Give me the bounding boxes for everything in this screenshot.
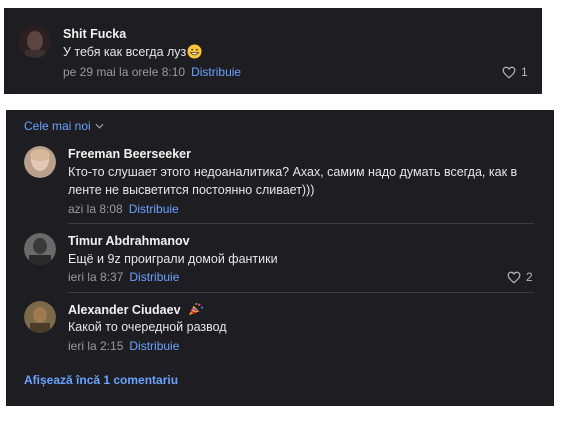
comment-time: ieri la 8:37 bbox=[68, 270, 124, 284]
sort-label: Cele mai noi bbox=[24, 119, 91, 133]
avatar-image bbox=[24, 301, 56, 333]
comment-meta: ieri la 8:37 Distribuie bbox=[68, 270, 179, 284]
comment-text: Кто-то слушает этого недоаналитика? Ахах… bbox=[68, 165, 518, 197]
comment-author-name: Alexander Ciudaev bbox=[68, 303, 181, 317]
share-button[interactable]: Distribuie bbox=[129, 202, 179, 216]
comment-text: Ещё и 9z проиграли домой фантики bbox=[68, 252, 278, 266]
divider bbox=[68, 292, 534, 293]
comments-section: Cele mai noi Freeman Beerseeker Кто-то с… bbox=[6, 110, 554, 406]
like-count: 1 bbox=[521, 65, 528, 79]
comment-meta: ieri la 2:15 Distribuie bbox=[68, 339, 179, 353]
show-more-comments-link[interactable]: Afișează încă 1 comentariu bbox=[24, 373, 178, 387]
heart-icon bbox=[507, 271, 521, 284]
comment-text: Какой то очередной развод bbox=[68, 320, 227, 334]
avatar[interactable] bbox=[24, 301, 56, 333]
heart-icon bbox=[502, 66, 516, 79]
avatar-image bbox=[24, 233, 56, 265]
comment-author[interactable]: Freeman Beerseeker bbox=[68, 147, 191, 161]
comment-meta: azi la 8:08 Distribuie bbox=[68, 202, 179, 216]
like-button[interactable]: 1 bbox=[502, 65, 528, 79]
like-count: 2 bbox=[526, 270, 533, 284]
comment-time: azi la 8:08 bbox=[68, 202, 123, 216]
share-button[interactable]: Distribuie bbox=[191, 65, 241, 79]
share-button[interactable]: Distribuie bbox=[129, 270, 179, 284]
sort-dropdown[interactable]: Cele mai noi bbox=[24, 119, 104, 133]
comment-text-content: У тебя как всегда луз bbox=[63, 45, 187, 59]
like-button[interactable]: 2 bbox=[507, 270, 533, 284]
grinning-face-emoji-icon bbox=[187, 44, 202, 64]
comment-author[interactable]: Timur Abdrahmanov bbox=[68, 234, 190, 248]
avatar[interactable] bbox=[24, 233, 56, 265]
comment-time: pe 29 mai la orele 8:10 bbox=[63, 65, 186, 79]
avatar[interactable] bbox=[19, 26, 51, 58]
comment-text: У тебя как всегда луз bbox=[63, 43, 202, 64]
chevron-down-icon bbox=[95, 123, 104, 129]
divider bbox=[68, 223, 534, 224]
avatar-image bbox=[24, 146, 56, 178]
share-button[interactable]: Distribuie bbox=[129, 339, 179, 353]
avatar[interactable] bbox=[24, 146, 56, 178]
avatar-image bbox=[19, 26, 51, 58]
comment-meta: pe 29 mai la orele 8:10 Distribuie bbox=[63, 65, 241, 79]
comment-time: ieri la 2:15 bbox=[68, 339, 124, 353]
comment-author[interactable]: Shit Fucka bbox=[63, 27, 126, 41]
top-comment-panel: Shit Fucka У тебя как всегда луз pe 29 m… bbox=[4, 8, 542, 94]
